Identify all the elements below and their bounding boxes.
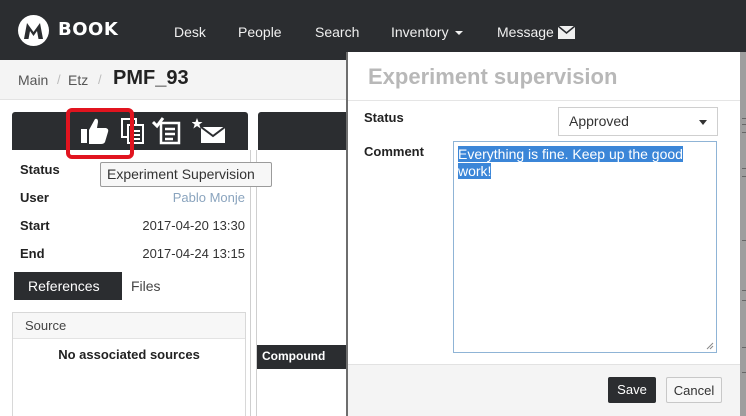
highlight-frame	[66, 108, 134, 159]
compound-header: Compound	[257, 345, 350, 369]
backdrop-edge	[740, 52, 746, 416]
caret-down-icon	[699, 120, 707, 125]
dialog-footer: Save Cancel	[348, 364, 740, 416]
brand-name[interactable]: BOOK	[58, 19, 118, 40]
comment-label: Comment	[364, 144, 424, 159]
references-panel: Source No associated sources	[12, 312, 246, 416]
tab-files[interactable]: Files	[131, 278, 161, 294]
status-select-value: Approved	[569, 113, 629, 129]
start-value: 2017-04-20 13:30	[142, 218, 245, 233]
status-select[interactable]: Approved	[558, 107, 718, 136]
source-header: Source	[13, 313, 245, 339]
tab-references[interactable]: References	[14, 272, 122, 300]
divider	[348, 100, 740, 101]
nav-desk[interactable]: Desk	[174, 24, 206, 40]
end-value: 2017-04-24 13:15	[142, 246, 245, 261]
user-value[interactable]: Pablo Monje	[173, 190, 245, 205]
comment-text: Everything is fine. Keep up the good wor…	[458, 146, 683, 179]
end-label: End	[20, 246, 45, 261]
logo-icon[interactable]	[18, 15, 49, 46]
start-label: Start	[20, 218, 50, 233]
empty-message: No associated sources	[58, 347, 200, 362]
status-field-label: Status	[364, 110, 404, 125]
divider	[256, 150, 257, 416]
comment-textarea[interactable]: Everything is fine. Keep up the good wor…	[453, 141, 717, 353]
tab-bar: References Files	[12, 272, 248, 300]
breadcrumb-etz[interactable]: Etz	[68, 72, 88, 88]
save-button[interactable]: Save	[608, 377, 656, 403]
page-title: PMF_93	[113, 67, 189, 89]
panel-header	[258, 112, 348, 150]
nav-people[interactable]: People	[238, 24, 282, 40]
supervision-dialog: Experiment supervision Status Approved C…	[346, 52, 740, 416]
nav-inventory[interactable]: Inventory	[391, 24, 463, 40]
nav-message[interactable]: Message	[497, 24, 575, 40]
nav-inventory-label: Inventory	[391, 24, 449, 40]
breadcrumb: Main / Etz / PMF_93	[0, 60, 350, 100]
cancel-button[interactable]: Cancel	[666, 377, 722, 403]
status-label: Status	[20, 162, 60, 177]
nav-search[interactable]: Search	[315, 24, 359, 40]
nav-message-label: Message	[497, 24, 554, 40]
chevron-down-icon	[454, 31, 463, 36]
envelope-star-icon[interactable]	[191, 117, 226, 145]
dialog-title: Experiment supervision	[368, 64, 618, 89]
envelope-icon	[557, 26, 575, 39]
user-label: User	[20, 190, 49, 205]
top-navbar: BOOK Desk People Search Inventory Messag…	[0, 0, 746, 60]
breadcrumb-separator: /	[57, 72, 61, 87]
divider	[250, 150, 251, 416]
breadcrumb-main[interactable]: Main	[18, 72, 48, 88]
checklist-icon[interactable]	[151, 117, 182, 145]
resize-grip-icon[interactable]	[706, 342, 714, 350]
breadcrumb-separator: /	[98, 72, 102, 87]
tooltip: Experiment Supervision	[100, 162, 272, 187]
